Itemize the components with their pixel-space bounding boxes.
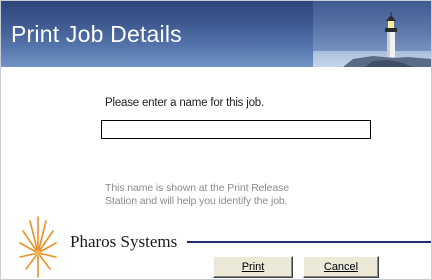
lighthouse-icon bbox=[313, 1, 431, 67]
company-name: Pharos Systems bbox=[70, 232, 178, 251]
dialog-header: Print Job Details bbox=[1, 1, 431, 67]
dialog-title: Print Job Details bbox=[11, 21, 182, 47]
info-text: This name is shown at the Print Release … bbox=[105, 182, 345, 208]
info-line-2: Station and will help you identify the j… bbox=[105, 195, 288, 207]
print-job-dialog: Print Job Details Please enter a name fo… bbox=[0, 0, 432, 280]
job-name-input[interactable] bbox=[101, 120, 371, 139]
job-name-prompt: Please enter a name for this job. bbox=[105, 97, 264, 109]
divider-line bbox=[187, 241, 431, 243]
print-button[interactable]: Print bbox=[213, 256, 293, 278]
dialog-body: Please enter a name for this job. This n… bbox=[2, 67, 431, 279]
print-button-label: Print bbox=[241, 261, 265, 273]
cancel-button[interactable]: Cancel bbox=[303, 256, 379, 278]
cancel-button-label: Cancel bbox=[323, 261, 359, 273]
info-line-1: This name is shown at the Print Release bbox=[105, 182, 290, 194]
